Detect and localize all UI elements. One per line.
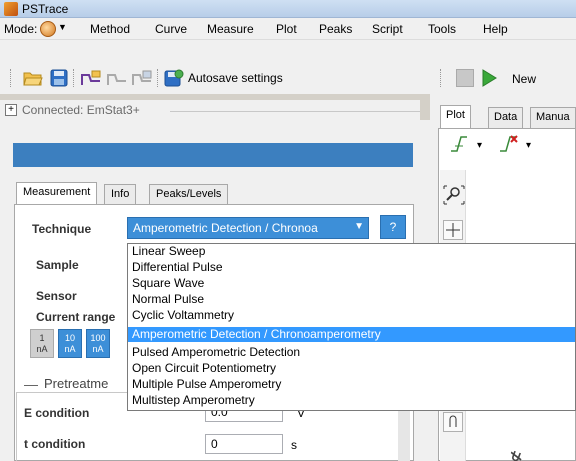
collapse-icon[interactable] <box>24 385 38 386</box>
toolbar: Autosave settings New <box>0 40 576 94</box>
toolbar-separator <box>73 69 76 87</box>
toolbar-separator <box>157 69 160 87</box>
chevron-down-icon[interactable]: ▼ <box>58 22 67 32</box>
option-amperometric-detection[interactable]: Amperometric Detection / Chronoamperomet… <box>128 327 575 342</box>
connection-status: Connected: EmStat3+ <box>22 103 140 117</box>
chevron-down-icon[interactable]: ▼ <box>354 221 364 232</box>
curve-style-icon[interactable]: ▾ <box>449 134 495 154</box>
option-pulsed-amperometric-detection[interactable]: Pulsed Amperometric Detection <box>128 345 575 360</box>
menu-plot[interactable]: Plot <box>276 22 297 36</box>
open-folder-icon[interactable] <box>23 69 43 87</box>
help-button[interactable]: ? <box>380 215 406 239</box>
e-condition-label: E condition <box>24 406 90 420</box>
option-multiple-pulse-amperometry[interactable]: Multiple Pulse Amperometry <box>128 377 575 392</box>
option-open-circuit-potentiometry[interactable]: Open Circuit Potentiometry <box>128 361 575 376</box>
t-condition-unit: s <box>291 438 297 452</box>
sample-label: Sample <box>36 258 79 272</box>
t-condition-input[interactable]: 0 <box>205 434 283 454</box>
autosave-settings-button[interactable]: Autosave settings <box>188 71 283 85</box>
option-differential-pulse[interactable]: Differential Pulse <box>128 260 575 275</box>
divider <box>170 111 420 112</box>
option-linear-sweep[interactable]: Linear Sweep <box>128 244 575 259</box>
current-range-10na[interactable]: 10 nA <box>58 329 82 358</box>
mode-selector-icon[interactable] <box>40 21 56 37</box>
tab-measurement[interactable]: Measurement <box>16 182 98 205</box>
range-value: 10 <box>64 333 75 343</box>
svg-text:▾: ▾ <box>477 140 482 151</box>
pretreatment-header[interactable]: Pretreatme <box>44 376 108 391</box>
tab-info[interactable]: Info <box>104 184 137 205</box>
menu-tools[interactable]: Tools <box>428 22 456 36</box>
sensor-label: Sensor <box>36 289 77 303</box>
option-multistep-amperometry[interactable]: Multistep Amperometry <box>128 393 575 408</box>
toolbar-grip[interactable] <box>10 69 13 87</box>
window-title: PSTrace <box>22 2 69 16</box>
menu-measure[interactable]: Measure <box>207 22 254 36</box>
menu-bar: Mode: ▼ Method Curve Measure Plot Peaks … <box>0 18 576 40</box>
menu-peaks[interactable]: Peaks <box>319 22 352 36</box>
technique-label: Technique <box>32 222 92 236</box>
technique-value: Amperometric Detection / Chronoa <box>133 221 318 235</box>
range-unit: nA <box>64 344 76 354</box>
play-icon[interactable] <box>480 69 498 87</box>
new-button[interactable]: New <box>512 72 536 86</box>
mode-label: Mode: <box>4 22 38 36</box>
zoom-icon[interactable] <box>443 183 465 205</box>
app-icon <box>4 2 18 16</box>
option-cyclic-voltammetry[interactable]: Cyclic Voltammetry <box>128 308 575 323</box>
current-range-label: Current range <box>36 310 116 324</box>
tab-data[interactable]: Data <box>488 107 524 128</box>
header-bar <box>13 143 413 167</box>
tab-manual[interactable]: Manua <box>530 107 576 128</box>
save-icon[interactable] <box>50 69 68 87</box>
svg-text:▾: ▾ <box>526 140 531 151</box>
pan-icon[interactable] <box>443 412 463 432</box>
tab-peaks-levels[interactable]: Peaks/Levels <box>149 184 229 205</box>
technique-select[interactable]: Amperometric Detection / Chronoa ▼ <box>127 217 369 239</box>
toolbar-grip[interactable] <box>440 69 443 87</box>
curve-tool-icon[interactable] <box>106 69 128 87</box>
load-curve-icon[interactable] <box>80 69 102 87</box>
current-range-1na[interactable]: 1 nA <box>30 329 54 358</box>
save-curve-icon[interactable] <box>131 69 153 87</box>
tab-plot[interactable]: Plot <box>440 105 471 128</box>
crosshair-icon[interactable] <box>443 220 463 240</box>
option-normal-pulse[interactable]: Normal Pulse <box>128 292 575 307</box>
autosave-icon[interactable] <box>164 68 184 88</box>
t-condition-label: t condition <box>24 437 86 451</box>
current-range-100na[interactable]: 100 nA <box>86 329 110 358</box>
menu-method[interactable]: Method <box>90 22 130 36</box>
range-unit: nA <box>92 344 104 354</box>
remove-curve-icon[interactable]: ▾ <box>498 134 544 154</box>
expand-icon[interactable]: + <box>5 104 17 116</box>
range-value: 100 <box>90 333 106 343</box>
stop-icon[interactable] <box>456 69 474 87</box>
menu-curve[interactable]: Curve <box>155 22 187 36</box>
menu-script[interactable]: Script <box>372 22 403 36</box>
menu-help[interactable]: Help <box>483 22 508 36</box>
range-unit: nA <box>36 344 48 354</box>
range-value: 1 <box>39 333 45 343</box>
title-bar: PSTrace <box>0 0 576 18</box>
option-square-wave[interactable]: Square Wave <box>128 276 575 291</box>
